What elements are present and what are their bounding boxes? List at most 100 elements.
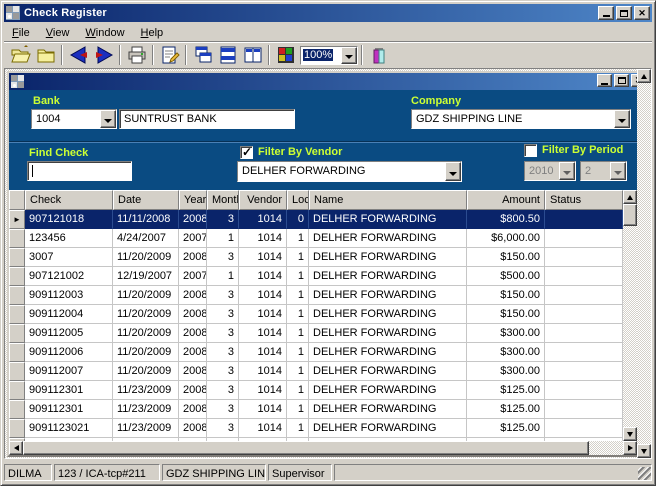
grid-cell[interactable]: DELHER FORWARDING <box>309 248 467 267</box>
grid-cell[interactable]: 11/23/2009 <box>113 419 179 438</box>
grid-row[interactable]: 300711/20/20092008310141DELHER FORWARDIN… <box>9 248 623 267</box>
grid-cell[interactable]: 2008 <box>179 286 207 305</box>
menu-file[interactable]: File <box>4 25 38 41</box>
grid-cell[interactable] <box>545 419 623 438</box>
grid-cell[interactable]: 1 <box>287 400 309 419</box>
grid-cell[interactable] <box>545 305 623 324</box>
grid-cell[interactable]: 3 <box>207 305 239 324</box>
horizontal-scroll-thumb[interactable] <box>23 441 589 455</box>
row-selector[interactable] <box>9 362 25 381</box>
grid-row[interactable]: 90911230111/23/20092008310141DELHER FORW… <box>9 400 623 419</box>
grid-cell[interactable]: $6,000.00 <box>467 229 545 248</box>
grid-cell[interactable] <box>545 343 623 362</box>
grid-cell[interactable]: 2008 <box>179 419 207 438</box>
grid-cell[interactable]: DELHER FORWARDING <box>309 229 467 248</box>
grid-cell[interactable]: 1014 <box>239 305 287 324</box>
grid-cell[interactable]: 909112301 <box>25 400 113 419</box>
grid-cell[interactable]: 907121002 <box>25 267 113 286</box>
grid-cell[interactable]: 1 <box>287 248 309 267</box>
column-header-date[interactable]: Date <box>113 190 179 210</box>
menu-window[interactable]: Window <box>77 25 132 41</box>
grid-cell[interactable]: 11/20/2009 <box>113 324 179 343</box>
bank-select[interactable]: 1004 <box>31 109 117 129</box>
grid-cell[interactable] <box>545 324 623 343</box>
grid-cell[interactable]: 1014 <box>239 343 287 362</box>
grid-row[interactable]: 90911200611/20/20092008310141DELHER FORW… <box>9 343 623 362</box>
grid-cell[interactable]: 1014 <box>239 286 287 305</box>
color-grid-button[interactable] <box>273 44 298 67</box>
grid-cell[interactable]: DELHER FORWARDING <box>309 381 467 400</box>
grid-cell[interactable]: 2007 <box>179 229 207 248</box>
grid-cell[interactable]: 3 <box>207 210 239 229</box>
grid-cell[interactable]: $125.00 <box>467 400 545 419</box>
grid-cell[interactable]: $150.00 <box>467 305 545 324</box>
row-selector[interactable] <box>9 229 25 248</box>
grid-cell[interactable]: 1 <box>287 381 309 400</box>
mdi-scroll-down-button[interactable] <box>637 444 651 458</box>
row-selector[interactable] <box>9 343 25 362</box>
child-minimize-button[interactable] <box>597 74 612 87</box>
row-selector[interactable]: ► <box>9 210 25 229</box>
grid-row[interactable]: ►90712101811/11/20082008310140DELHER FOR… <box>9 210 623 229</box>
grid-cell[interactable]: 1 <box>287 343 309 362</box>
child-maximize-button[interactable] <box>614 74 629 87</box>
vertical-scroll-thumb[interactable] <box>623 204 637 226</box>
row-selector[interactable] <box>9 400 25 419</box>
zoom-select[interactable]: 100% <box>300 46 358 65</box>
grid-cell[interactable]: 2008 <box>179 248 207 267</box>
grid-cell[interactable]: 3 <box>207 400 239 419</box>
grid-cell[interactable]: 11/20/2009 <box>113 305 179 324</box>
row-selector[interactable] <box>9 286 25 305</box>
grid-cell[interactable]: 3 <box>207 362 239 381</box>
tile-vertical-button[interactable] <box>240 44 265 67</box>
grid-row[interactable]: 90911200311/20/20092008310141DELHER FORW… <box>9 286 623 305</box>
previous-button[interactable] <box>66 44 91 67</box>
grid-cell[interactable]: 11/23/2009 <box>113 381 179 400</box>
grid-cell[interactable]: 2008 <box>179 381 207 400</box>
grid-cell[interactable]: 3 <box>207 381 239 400</box>
grid-cell[interactable]: 4/24/2007 <box>113 229 179 248</box>
grid-cell[interactable]: 11/20/2009 <box>113 343 179 362</box>
mdi-vertical-scrollbar[interactable] <box>637 69 651 458</box>
grid-cell[interactable]: DELHER FORWARDING <box>309 305 467 324</box>
column-header-amount[interactable]: Amount <box>467 190 545 210</box>
row-selector[interactable] <box>9 419 25 438</box>
grid-cell[interactable]: $150.00 <box>467 286 545 305</box>
grid-cell[interactable]: 909112301 <box>25 381 113 400</box>
grid-cell[interactable]: 3 <box>207 343 239 362</box>
menu-view[interactable]: View <box>38 25 78 41</box>
vendor-select[interactable]: DELHER FORWARDING <box>237 161 462 182</box>
find-check-input[interactable] <box>27 161 132 181</box>
grid-cell[interactable]: 123456 <box>25 229 113 248</box>
grid-cell[interactable]: $300.00 <box>467 324 545 343</box>
grid-row[interactable]: 909112302111/23/20092008310141DELHER FOR… <box>9 419 623 438</box>
grid-cell[interactable]: 11/20/2009 <box>113 248 179 267</box>
column-header-status[interactable]: Status <box>545 190 623 210</box>
grid-cell[interactable]: 1 <box>287 305 309 324</box>
zoom-dropdown-button[interactable] <box>341 47 357 64</box>
grid-cell[interactable]: DELHER FORWARDING <box>309 419 467 438</box>
grid-cell[interactable]: 1014 <box>239 324 287 343</box>
grid-cell[interactable]: 3 <box>207 286 239 305</box>
row-selector[interactable] <box>9 248 25 267</box>
row-selector[interactable] <box>9 305 25 324</box>
grid-cell[interactable]: $125.00 <box>467 419 545 438</box>
notes-button[interactable] <box>157 44 182 67</box>
grid-cell[interactable]: $500.00 <box>467 267 545 286</box>
grid-cell[interactable]: 1014 <box>239 419 287 438</box>
grid-cell[interactable]: $150.00 <box>467 248 545 267</box>
grid-cell[interactable]: DELHER FORWARDING <box>309 210 467 229</box>
filter-by-period-checkbox[interactable] <box>524 144 537 157</box>
grid-cell[interactable]: 909112004 <box>25 305 113 324</box>
scroll-down-button[interactable] <box>623 427 637 441</box>
grid-cell[interactable]: 0 <box>287 210 309 229</box>
grid-cell[interactable]: 2008 <box>179 362 207 381</box>
menu-help[interactable]: Help <box>133 25 172 41</box>
maximize-button[interactable] <box>616 6 632 20</box>
grid-cell[interactable]: 3 <box>207 419 239 438</box>
grid-cell[interactable]: 2008 <box>179 305 207 324</box>
grid-cell[interactable] <box>545 362 623 381</box>
grid-cell[interactable]: 2008 <box>179 343 207 362</box>
grid-cell[interactable]: 1014 <box>239 362 287 381</box>
grid-cell[interactable]: $300.00 <box>467 343 545 362</box>
